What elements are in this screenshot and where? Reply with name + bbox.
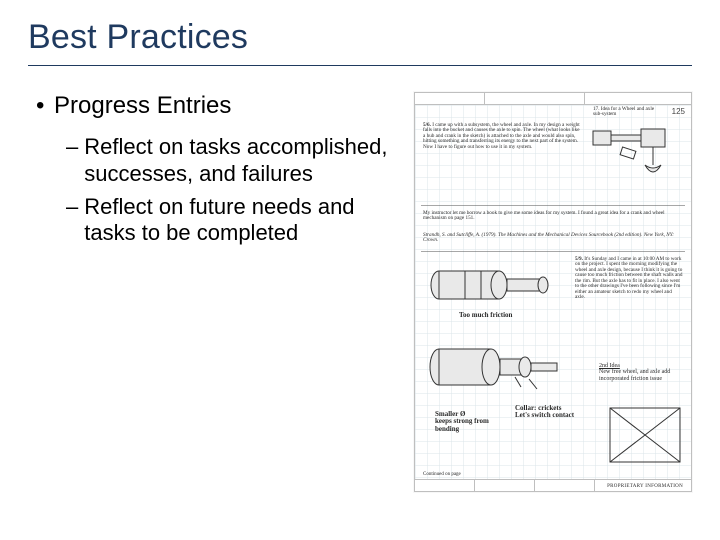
citation: Strandh, S. and Sutcliffe, A. (1979). Th… [423,233,683,244]
footer-continued: Continued on page [423,472,461,477]
entry-body: I came up with a subsystem, the wheel an… [423,122,580,150]
label-smaller: Smaller Ø keeps strong from bending [435,411,505,433]
bullet-level2: – Reflect on tasks accomplished, success… [66,134,398,188]
dash-icon: – [66,194,78,221]
bullet-dot-icon: • [36,92,46,120]
section-divider [421,205,685,206]
image-column: 125 17. Idea for a Wheel and axle sub-sy… [398,92,692,492]
entry-block: 5/6. I came up with a subsystem, the whe… [423,123,583,150]
bullet-level2: – Reflect on future needs and tasks to b… [66,194,398,248]
instructor-note: My instructor let me borrow a book to gi… [423,211,683,222]
slide: Best Practices • Progress Entries – Refl… [0,0,720,540]
label-collar: Collar: crickets Let's switch contact [515,405,585,420]
label-too-much-friction: Too much friction [459,311,512,319]
second-idea-body: New free wheel, and axle add incorporate… [599,369,681,382]
title-rule [28,65,692,66]
page-number: 125 [672,107,685,116]
label-keeps-text: keeps strong from bending [435,418,505,433]
axle-sketch-1 [425,263,565,313]
notebook-header [415,93,691,105]
entry2-block: 5/9. It's Sunday and I came in at 10:00 … [575,257,683,301]
notebook-page: 125 17. Idea for a Wheel and axle sub-sy… [414,92,692,492]
dash-icon: – [66,134,78,161]
slide-body: • Progress Entries – Reflect on tasks ac… [28,92,692,492]
crossed-out-box [609,407,681,463]
bullet-level1: • Progress Entries [36,92,398,120]
second-idea: 2nd Idea New free wheel, and axle add in… [599,363,681,382]
section-divider [421,251,685,252]
label-switch-text: Let's switch contact [515,412,585,419]
bullet-level1-text: Progress Entries [54,92,231,120]
mechanism-sketch-top [591,125,681,185]
axle-sketch-2 [425,341,575,397]
footer-proprietary: PROPRIETARY INFORMATION [607,484,683,489]
idea-heading: 17. Idea for a Wheel and axle sub-system [593,107,663,118]
slide-title: Best Practices [28,18,692,57]
bullet-level2-text: Reflect on tasks accomplished, successes… [84,134,398,188]
subbullets: – Reflect on tasks accomplished, success… [36,134,398,247]
text-column: • Progress Entries – Reflect on tasks ac… [28,92,398,492]
bullet-level2-text: Reflect on future needs and tasks to be … [84,194,398,248]
entry2-body: It's Sunday and I came in at 10:00 AM to… [575,256,682,300]
